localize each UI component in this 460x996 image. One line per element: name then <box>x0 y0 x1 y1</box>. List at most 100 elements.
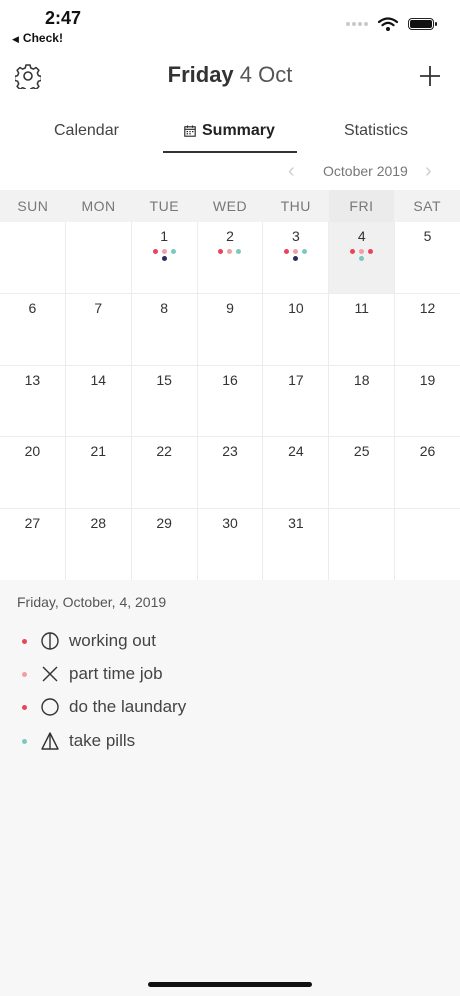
tab-statistics[interactable]: Statistics <box>344 122 408 140</box>
tab-summary-label: Summary <box>202 122 275 139</box>
calendar-day-cell[interactable]: 2 <box>197 222 263 293</box>
task-label: part time job <box>69 664 163 683</box>
calendar-day-cell[interactable]: 7 <box>65 293 131 365</box>
day-number: 7 <box>94 299 103 316</box>
task-dot <box>293 256 299 261</box>
weekday-label: SUN <box>17 198 49 214</box>
weekday-label: WED <box>212 198 248 214</box>
day-number <box>395 515 460 531</box>
calendar-day-cell[interactable]: 18 <box>329 365 395 437</box>
day-number: 5 <box>423 228 432 244</box>
x-mark-icon <box>42 666 58 682</box>
task-dot <box>161 249 167 254</box>
tab-calendar[interactable]: Calendar <box>54 122 119 140</box>
task-label: take pills <box>69 731 136 750</box>
calendar-empty-cell <box>65 222 131 293</box>
day-number: 19 <box>419 371 436 388</box>
task-dot <box>284 249 290 254</box>
task-dots <box>198 249 263 254</box>
calendar-day-cell[interactable]: 21 <box>65 437 131 509</box>
battery-icon <box>408 18 437 30</box>
task-dot <box>293 249 299 254</box>
detail-date: Friday, October, 4, 2019 <box>17 594 167 610</box>
status-time: 2:47 <box>45 8 82 28</box>
title-day: Friday <box>167 62 234 87</box>
calendar-day-cell[interactable]: 8 <box>131 293 197 365</box>
calendar-day-cell[interactable]: 6 <box>0 293 65 365</box>
calendar-day-cell[interactable]: 11 <box>329 293 395 365</box>
day-number: 21 <box>90 443 107 460</box>
home-indicator[interactable] <box>148 982 312 987</box>
calendar-day-cell[interactable]: 27 <box>0 509 65 580</box>
calendar-day-cell[interactable]: 1 <box>131 222 197 293</box>
day-number: 20 <box>24 443 41 460</box>
day-number <box>0 228 65 244</box>
day-detail-panel: Friday, October, 4, 2019 working out par… <box>0 580 460 996</box>
day-number: 29 <box>156 515 172 532</box>
title-date: 4 Oct <box>233 62 293 87</box>
calendar-day-cell[interactable]: 13 <box>0 365 65 437</box>
calendar-empty-cell <box>395 509 460 580</box>
task-dots <box>132 256 197 261</box>
month-navigator: ‹ October 2019 › <box>0 160 460 184</box>
calendar-empty-cell <box>0 222 65 293</box>
header-area: 2:47 ◀ Check! Friday 4 Oct Calendar Summ… <box>0 0 460 190</box>
calendar-day-cell[interactable]: 12 <box>395 293 460 365</box>
calendar-day-cell[interactable]: 5 <box>395 222 460 293</box>
calendar-day-cell[interactable]: 9 <box>197 293 263 365</box>
tab-summary[interactable]: Summary <box>184 122 275 140</box>
task-dot <box>359 249 365 254</box>
calendar-day-cell[interactable]: 4 <box>329 222 395 293</box>
half-circle-icon <box>41 632 59 650</box>
back-triangle-icon: ◀ <box>12 34 19 44</box>
page-title: Friday 4 Oct <box>0 62 460 88</box>
calendar-day-cell[interactable]: 24 <box>263 437 329 509</box>
day-number: 27 <box>24 515 41 532</box>
calendar-day-cell[interactable]: 16 <box>197 365 263 437</box>
weekday-label: FRI <box>328 190 395 222</box>
day-number: 12 <box>419 299 436 316</box>
calendar-day-cell[interactable]: 25 <box>329 437 395 509</box>
task-dots <box>329 256 394 261</box>
task-label: do the laundary <box>69 697 187 716</box>
task-dot <box>368 249 374 254</box>
calendar-day-cell[interactable]: 14 <box>65 365 131 437</box>
day-number <box>66 228 131 244</box>
calendar-day-cell[interactable]: 15 <box>131 365 197 437</box>
calendar-day-cell[interactable]: 30 <box>197 509 263 580</box>
task-label: working out <box>69 631 156 650</box>
calendar-empty-cell <box>329 509 395 580</box>
calendar-day-cell[interactable]: 20 <box>0 437 65 509</box>
calendar-day-cell[interactable]: 23 <box>197 437 263 509</box>
day-number: 15 <box>156 371 172 388</box>
day-number: 30 <box>222 515 238 532</box>
day-number: 9 <box>226 299 234 316</box>
task-dot <box>152 249 158 254</box>
day-number: 10 <box>288 299 304 316</box>
calendar-day-cell[interactable]: 22 <box>131 437 197 509</box>
task-color-dot <box>22 638 27 644</box>
day-number: 17 <box>288 371 304 388</box>
day-number: 31 <box>288 515 304 532</box>
calendar-day-cell[interactable]: 19 <box>395 365 460 437</box>
calendar-day-cell[interactable]: 10 <box>263 293 329 365</box>
calendar-day-cell[interactable]: 29 <box>131 509 197 580</box>
calendar-day-cell[interactable]: 3 <box>263 222 329 293</box>
previous-month-chevron-icon[interactable]: ‹ <box>288 160 295 183</box>
signal-icon <box>346 22 368 26</box>
task-dot <box>236 249 242 254</box>
add-plus-icon[interactable] <box>418 64 442 88</box>
day-number: 14 <box>90 371 107 388</box>
calendar-day-cell[interactable]: 28 <box>65 509 131 580</box>
day-number: 11 <box>354 299 369 316</box>
back-to-app-link[interactable]: ◀ Check! <box>12 31 63 45</box>
calendar-day-cell[interactable]: 17 <box>263 365 329 437</box>
next-month-chevron-icon[interactable]: › <box>425 160 432 183</box>
calendar-day-cell[interactable]: 26 <box>395 437 460 509</box>
back-app-label: Check! <box>22 31 63 45</box>
wifi-icon <box>378 17 398 31</box>
calendar-day-cell[interactable]: 31 <box>263 509 329 580</box>
tab-bar: Calendar Summary Statistics <box>0 114 460 154</box>
task-dot <box>350 249 356 254</box>
task-color-dot <box>22 704 27 710</box>
